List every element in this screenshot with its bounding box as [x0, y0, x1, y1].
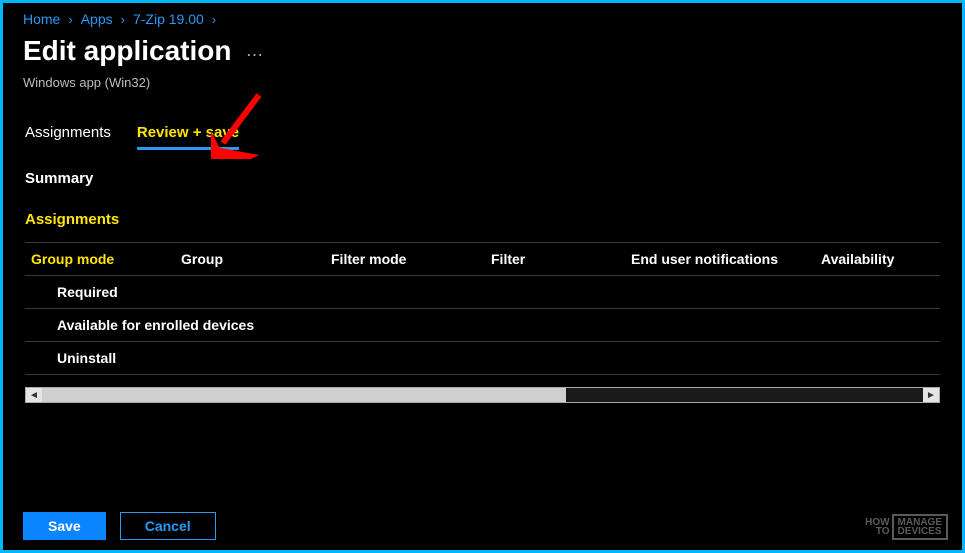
table-row: Uninstall: [25, 342, 940, 375]
table-row: Required: [25, 276, 940, 309]
chevron-right-icon: ›: [68, 12, 72, 27]
tabs: Assignments Review + save: [3, 102, 962, 150]
summary-heading: Summary: [3, 150, 962, 187]
more-actions-icon[interactable]: …: [245, 40, 265, 61]
breadcrumb-appname[interactable]: 7-Zip 19.00: [133, 11, 204, 27]
page-header: Edit application …: [3, 31, 962, 75]
tab-assignments[interactable]: Assignments: [25, 124, 111, 150]
row-label: Required: [31, 284, 181, 300]
table-row: Available for enrolled devices: [25, 309, 940, 342]
scroll-track-empty: [566, 388, 923, 402]
col-filter[interactable]: Filter: [491, 251, 631, 267]
breadcrumb: Home › Apps › 7-Zip 19.00 ›: [3, 3, 962, 31]
col-group[interactable]: Group: [181, 251, 331, 267]
tab-review-save[interactable]: Review + save: [137, 124, 239, 150]
breadcrumb-apps[interactable]: Apps: [81, 11, 113, 27]
breadcrumb-home[interactable]: Home: [23, 11, 60, 27]
scroll-right-icon[interactable]: ►: [923, 388, 939, 402]
save-button[interactable]: Save: [23, 512, 106, 540]
table-header-row: Group mode Group Filter mode Filter End …: [25, 242, 940, 276]
chevron-right-icon: ›: [212, 12, 216, 27]
row-label: Available for enrolled devices: [31, 317, 331, 333]
footer-actions: Save Cancel: [23, 512, 216, 540]
page-subtitle: Windows app (Win32): [3, 75, 962, 102]
watermark: HOW TO MANAGE DEVICES: [865, 514, 948, 540]
watermark-text: DEVICES: [898, 527, 942, 536]
assignments-table: Group mode Group Filter mode Filter End …: [25, 242, 940, 375]
scroll-left-icon[interactable]: ◄: [26, 388, 42, 402]
horizontal-scrollbar[interactable]: ◄ ►: [25, 387, 940, 403]
cancel-button[interactable]: Cancel: [120, 512, 216, 540]
section-assignments-heading: Assignments: [3, 187, 962, 234]
chevron-right-icon: ›: [121, 12, 125, 27]
col-filter-mode[interactable]: Filter mode: [331, 251, 491, 267]
col-availability[interactable]: Availability: [821, 251, 931, 267]
col-notifications[interactable]: End user notifications: [631, 251, 821, 267]
watermark-text: TO: [865, 527, 889, 536]
row-label: Uninstall: [31, 350, 181, 366]
col-group-mode[interactable]: Group mode: [31, 251, 181, 267]
page-title: Edit application: [23, 35, 231, 67]
